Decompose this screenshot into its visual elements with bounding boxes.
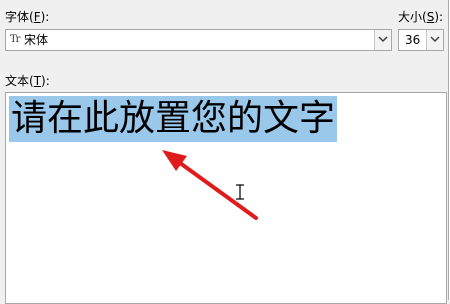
size-select[interactable]: 36 — [398, 29, 444, 51]
selected-text[interactable]: 请在此放置您的文字 — [9, 96, 338, 142]
chevron-down-icon — [378, 36, 388, 43]
size-label-end: ): — [434, 10, 444, 24]
truetype-font-icon: Tr — [10, 34, 21, 45]
size-select-value: 36 — [405, 33, 421, 47]
chevron-down-icon — [430, 36, 440, 43]
font-dropdown-button[interactable] — [374, 30, 391, 50]
size-dropdown-button[interactable] — [426, 30, 443, 50]
font-label-text: 字体( — [5, 10, 34, 24]
text-label-end: ): — [41, 74, 50, 88]
font-label-accel: F — [33, 10, 41, 24]
font-select[interactable]: Tr 宋体 — [5, 29, 392, 51]
font-label-end: ): — [40, 10, 50, 24]
size-label-text: 大小( — [398, 10, 427, 24]
text-label-text: 文本( — [5, 74, 34, 88]
text-label: 文本(T): — [5, 74, 50, 88]
font-label: 字体(F): — [5, 10, 49, 24]
text-label-accel: T — [33, 74, 42, 88]
text-input-area[interactable]: 请在此放置您的文字 — [5, 92, 447, 304]
size-label: 大小(S): — [398, 10, 443, 24]
font-select-value: 宋体 — [24, 33, 49, 47]
